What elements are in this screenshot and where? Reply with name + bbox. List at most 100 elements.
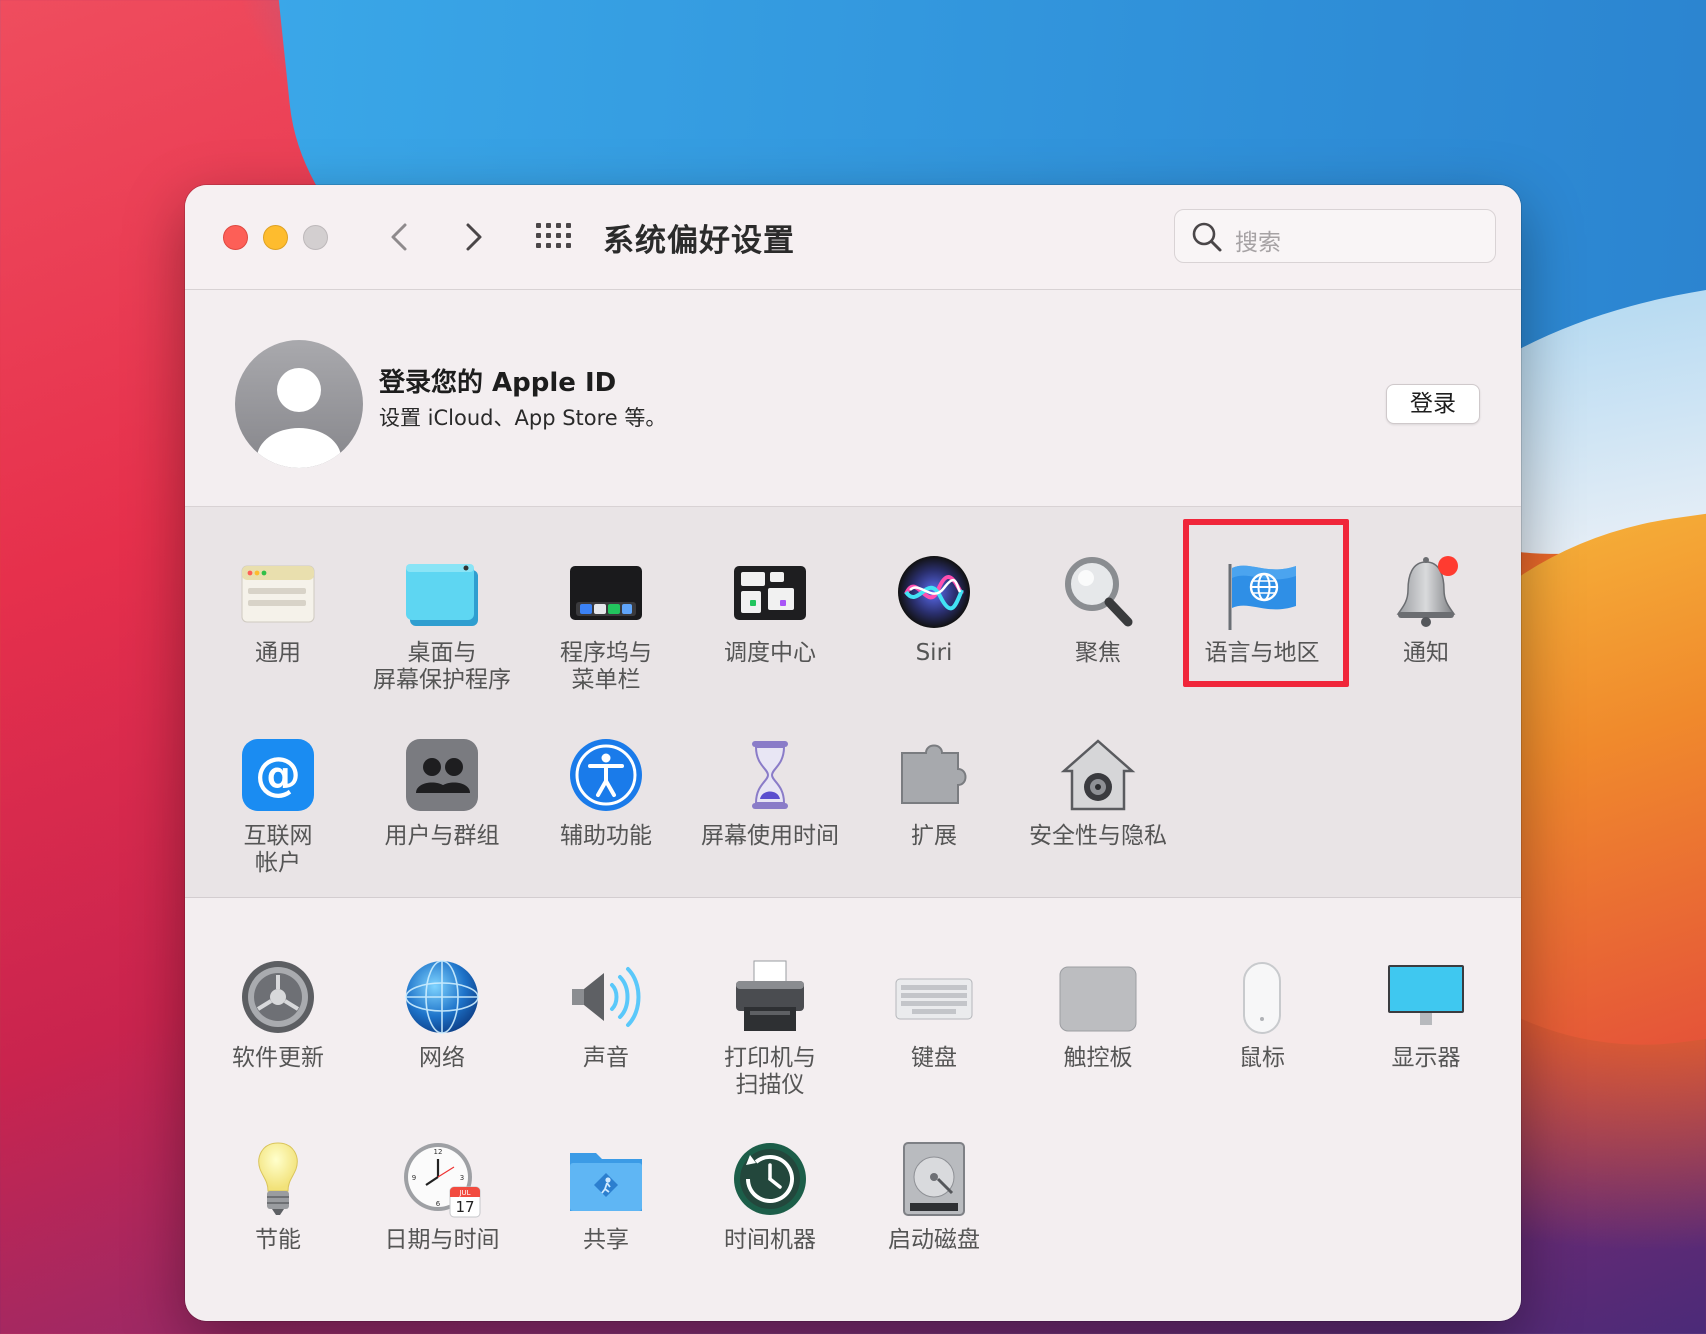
date-time-icon: 12 3 6 9 JUL17	[404, 1143, 481, 1218]
pref-displays[interactable]: 显示器	[1344, 955, 1508, 1072]
pref-printers-scanners[interactable]: 打印机与 扫描仪	[688, 955, 852, 1099]
pref-spotlight[interactable]: 聚焦	[1016, 550, 1180, 667]
pref-screen-time[interactable]: 屏幕使用时间	[688, 733, 852, 850]
close-button[interactable]	[223, 225, 248, 250]
pref-sound[interactable]: 声音	[524, 955, 688, 1072]
calendar-day-label: 17	[455, 1198, 474, 1216]
search-icon	[1192, 222, 1222, 252]
software-update-icon	[242, 961, 314, 1033]
pref-siri[interactable]: Siri	[852, 550, 1016, 667]
svg-text:6: 6	[436, 1200, 441, 1208]
grid-icon	[536, 223, 571, 248]
chevron-right-icon	[466, 223, 482, 251]
pref-label: 聚焦	[1075, 640, 1121, 666]
search-field[interactable]: 搜索	[1174, 209, 1496, 263]
title-bar: 系统偏好设置 搜索	[185, 185, 1521, 290]
pref-label: 启动磁盘	[888, 1227, 980, 1253]
pref-label: 调度中心	[724, 640, 816, 666]
pref-label: 辅助功能	[560, 823, 652, 849]
pref-label: 日期与时间	[384, 1227, 500, 1253]
accessibility-icon	[570, 739, 642, 811]
pref-label: 桌面与 屏幕保护程序	[373, 640, 511, 693]
pref-notifications[interactable]: 通知	[1344, 550, 1508, 667]
mouse-icon	[1243, 962, 1281, 1034]
show-all-button[interactable]	[535, 221, 571, 251]
internet-accounts-icon: @	[242, 739, 314, 811]
pref-desktop-screensaver[interactable]: 桌面与 屏幕保护程序	[360, 550, 524, 694]
pref-keyboard[interactable]: 键盘	[852, 955, 1016, 1072]
pref-mission-control[interactable]: 调度中心	[688, 550, 852, 667]
spotlight-icon	[1065, 557, 1133, 627]
svg-text:9: 9	[412, 1174, 416, 1182]
back-button[interactable]	[380, 217, 420, 257]
pref-label: 通用	[255, 640, 301, 666]
pref-label: 互联网 帐户	[243, 823, 313, 876]
keyboard-icon	[895, 978, 973, 1020]
apple-id-subtitle: 设置 iCloud、App Store 等。	[379, 406, 667, 430]
apple-id-title: 登录您的 Apple ID	[379, 368, 617, 398]
minimize-button[interactable]	[263, 225, 288, 250]
pref-startup-disk[interactable]: 启动磁盘	[852, 1137, 1016, 1254]
pref-label: 屏幕使用时间	[701, 823, 839, 849]
extensions-icon	[901, 744, 967, 804]
siri-icon	[898, 556, 970, 628]
pref-label: 节能	[255, 1227, 301, 1253]
pref-label: 键盘	[911, 1045, 957, 1071]
pref-label: 通知	[1403, 640, 1449, 666]
time-machine-icon	[734, 1143, 806, 1215]
general-icon	[241, 565, 315, 623]
notifications-icon	[1396, 556, 1458, 627]
mission-control-icon	[734, 566, 806, 620]
forward-button[interactable]	[453, 217, 493, 257]
energy-saver-icon	[258, 1142, 298, 1215]
login-button[interactable]: 登录	[1386, 384, 1480, 424]
pref-label: 打印机与 扫描仪	[724, 1045, 816, 1098]
pref-label: 共享	[583, 1227, 629, 1253]
pref-users-groups[interactable]: 用户与群组	[360, 733, 524, 850]
search-placeholder: 搜索	[1235, 230, 1281, 256]
pref-label: 声音	[583, 1045, 629, 1071]
pref-energy-saver[interactable]: 节能	[196, 1137, 360, 1254]
network-icon	[405, 960, 479, 1034]
pref-security-privacy[interactable]: 安全性与隐私	[1016, 733, 1180, 850]
pref-date-time[interactable]: 12 3 6 9 JUL 17 日期与时间	[360, 1137, 524, 1254]
pref-label: 显示器	[1391, 1045, 1461, 1071]
pref-mouse[interactable]: 鼠标	[1180, 955, 1344, 1072]
svg-text:3: 3	[460, 1174, 464, 1182]
pref-dock-menubar[interactable]: 程序坞与 菜单栏	[524, 550, 688, 694]
pref-label: 网络	[419, 1045, 465, 1071]
security-privacy-icon	[1060, 739, 1136, 811]
pref-label: 安全性与隐私	[1029, 823, 1167, 849]
dock-menubar-icon	[570, 566, 642, 620]
pref-time-machine[interactable]: 时间机器	[688, 1137, 852, 1254]
trackpad-icon	[1059, 966, 1137, 1032]
zoom-button[interactable]	[303, 225, 328, 250]
pref-label: 扩展	[911, 823, 957, 849]
svg-text:@: @	[255, 747, 301, 801]
printer-scanner-icon	[736, 960, 804, 1031]
pref-label: 鼠标	[1239, 1045, 1285, 1071]
pref-label: 触控板	[1063, 1045, 1133, 1071]
highlight-box	[1183, 519, 1349, 687]
system-preferences-window: 系统偏好设置 搜索 登录您的 Apple ID 设置 iCloud、App St…	[185, 185, 1521, 1321]
desktop-screensaver-icon	[406, 564, 478, 626]
svg-text:12: 12	[434, 1148, 443, 1156]
pref-trackpad[interactable]: 触控板	[1016, 955, 1180, 1072]
avatar-icon[interactable]	[235, 340, 363, 468]
apple-id-section: 登录您的 Apple ID 设置 iCloud、App Store 等。 登录	[185, 290, 1521, 507]
pref-internet-accounts[interactable]: @ 互联网 帐户	[196, 733, 360, 877]
pref-accessibility[interactable]: 辅助功能	[524, 733, 688, 850]
pref-network[interactable]: 网络	[360, 955, 524, 1072]
screen-time-icon	[752, 741, 788, 809]
window-title: 系统偏好设置	[603, 223, 795, 259]
pref-sharing[interactable]: 共享	[524, 1137, 688, 1254]
calendar-month-label: JUL	[458, 1189, 470, 1197]
sharing-icon	[570, 1153, 642, 1211]
pref-general[interactable]: 通用	[196, 550, 360, 667]
pref-software-update[interactable]: 软件更新	[196, 955, 360, 1072]
pref-extensions[interactable]: 扩展	[852, 733, 1016, 850]
pref-label: 用户与群组	[384, 823, 500, 849]
startup-disk-icon	[903, 1142, 965, 1216]
pref-label: 时间机器	[724, 1227, 816, 1253]
pref-label: Siri	[915, 640, 953, 666]
